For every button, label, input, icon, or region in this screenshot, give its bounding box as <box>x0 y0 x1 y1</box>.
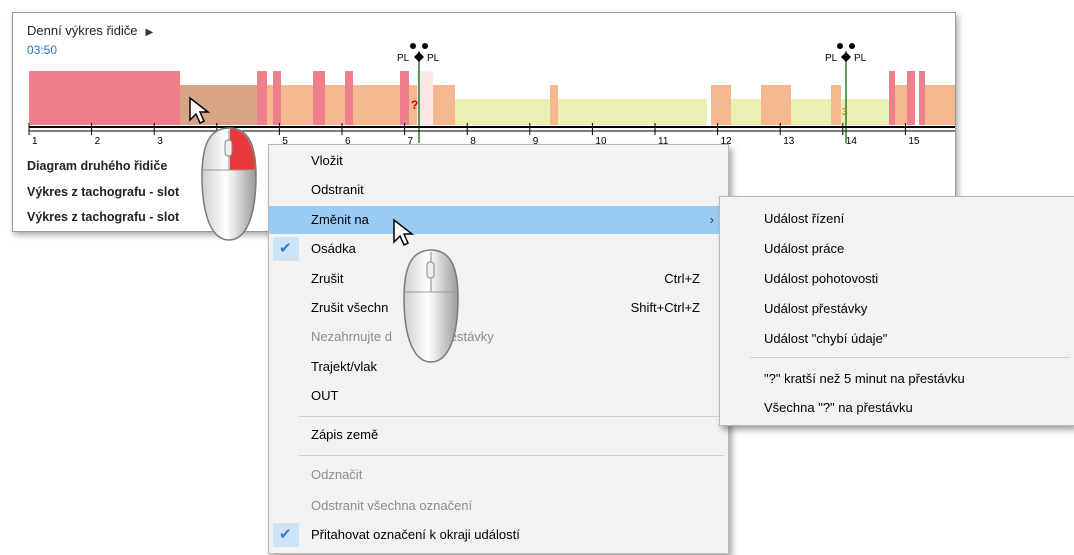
work-block <box>831 85 841 125</box>
menu-item-label: Osádka <box>311 241 356 256</box>
submenu-item-work-event[interactable]: Událost práce <box>720 235 1074 263</box>
axis-tick-label: 1 <box>32 136 38 147</box>
shortcut-label: Shift+Ctrl+Z <box>630 300 700 315</box>
pointer-cursor-icon <box>189 96 211 125</box>
menu-item-undo[interactable]: Zrušit Ctrl+Z <box>269 265 728 293</box>
submenu-item-label: Událost práce <box>764 241 845 256</box>
axis-tick-label: 15 <box>908 136 920 147</box>
submenu-item-missing-data-event[interactable]: Událost "chybí údaje" <box>720 325 1074 353</box>
menu-item-change-to[interactable]: Změnit na › <box>269 206 728 234</box>
submenu-item-label: "?" kratší než 5 minut na přestávku <box>764 371 965 386</box>
change-to-submenu: Událost řízení Událost práce Událost poh… <box>719 196 1074 426</box>
driving-block <box>29 71 180 125</box>
menu-item-label: Přitahovat označení k okraji událostí <box>311 527 520 542</box>
menu-item-out[interactable]: OUT <box>269 382 728 410</box>
menu-item-delete[interactable]: Odstranit <box>269 176 728 204</box>
expand-arrow-icon[interactable]: ▶ <box>146 27 154 38</box>
driving-block <box>400 71 409 125</box>
work-block <box>761 85 791 125</box>
rest-block <box>791 99 831 125</box>
driving-block <box>257 71 267 125</box>
menu-item-label: Odznačit <box>311 467 363 482</box>
driving-block <box>273 71 281 125</box>
pointer-cursor-icon <box>393 218 415 247</box>
menu-item-label: Zrušit všechn <box>311 300 389 315</box>
menu-item-ferry-train[interactable]: Trajekt/vlak <box>269 353 728 381</box>
submenu-item-all-unknown-to-break[interactable]: Všechna "?" na přestávku <box>720 394 1074 422</box>
driving-block <box>889 71 895 125</box>
menu-item-undo-all[interactable]: Zrušit všechn Shift+Ctrl+Z <box>269 294 728 322</box>
menu-separator <box>299 416 724 417</box>
chart-time: 03:50 <box>27 43 58 57</box>
axis-tick-label: 13 <box>783 136 795 147</box>
context-menu: Vložit Odstranit Změnit na › ✔ Osádka Zruš… <box>268 144 729 554</box>
menu-item-crew[interactable]: ✔ Osádka <box>269 235 728 263</box>
shortcut-label: Ctrl+Z <box>664 271 700 286</box>
submenu-item-label: Událost řízení <box>764 211 845 226</box>
work-block <box>325 85 345 125</box>
axis-tick-label: 2 <box>95 136 101 147</box>
menu-item-label: Změnit na <box>311 212 369 227</box>
chart-title-text: Denní výkres řidiče <box>27 23 138 38</box>
menu-item-label: Zrušit <box>311 271 344 286</box>
row-label-tacho-slot-2[interactable]: Výkres z tachografu - slot <box>27 210 179 224</box>
work-block <box>711 85 731 125</box>
hover-mouse-icon <box>403 249 459 363</box>
driving-block <box>919 71 925 125</box>
menu-item-unmark: Odznačit <box>269 461 728 489</box>
driving-block <box>907 71 915 125</box>
menu-separator <box>299 455 724 456</box>
submenu-item-driving-event[interactable]: Událost řízení <box>720 205 1074 233</box>
driving-block <box>345 71 353 125</box>
menu-item-label: OUT <box>311 388 339 403</box>
menu-item-insert[interactable]: Vložit <box>269 147 728 175</box>
menu-item-label: Odstranit <box>311 182 364 197</box>
row-label-tacho-slot-1[interactable]: Výkres z tachografu - slot <box>27 185 179 199</box>
work-block <box>353 85 400 125</box>
axis-tick-label: 14 <box>846 136 858 147</box>
rest-block <box>731 99 761 125</box>
work-block <box>925 85 955 125</box>
chart-title[interactable]: Denní výkres řidiče ▶ <box>27 23 153 38</box>
menu-item-country-entry[interactable]: Zápis země <box>269 421 728 449</box>
submenu-item-availability-event[interactable]: Událost pohotovosti <box>720 265 1074 293</box>
submenu-item-label: Událost přestávky <box>764 301 868 316</box>
unknown-question-mark: ? <box>411 98 418 112</box>
marker-label-right-a: PL <box>825 53 838 64</box>
work-block <box>895 85 907 125</box>
work-block <box>433 85 455 125</box>
row-label-second-driver[interactable]: Diagram druhého řidiče <box>27 159 167 173</box>
marker-label-left-b: PL <box>427 53 440 64</box>
checkmark-icon: ✔ <box>279 240 292 257</box>
submenu-separator <box>750 357 1070 358</box>
axis-tick-label: 3 <box>157 136 163 147</box>
driving-block <box>313 71 325 125</box>
submenu-item-short-unknown-to-break[interactable]: "?" kratší než 5 minut na přestávku <box>720 365 1074 393</box>
small-mark: 3 <box>842 107 848 118</box>
right-click-mouse-icon <box>201 127 257 241</box>
menu-item-label: Trajekt/vlak <box>311 359 377 374</box>
work-block <box>267 85 273 125</box>
submenu-arrow-icon: › <box>709 212 714 227</box>
work-block <box>550 85 558 125</box>
marker-label-left-a: PL <box>397 53 410 64</box>
menu-item-label: Zápis země <box>311 427 379 442</box>
marker-label-right-b: PL <box>854 53 867 64</box>
submenu-item-label: Událost pohotovosti <box>764 271 879 286</box>
work-block <box>281 85 313 125</box>
rest-block <box>455 99 707 125</box>
submenu-item-break-event[interactable]: Událost přestávky <box>720 295 1074 323</box>
rest-block <box>841 99 889 125</box>
menu-item-remove-all-marks: Odstranit všechna označení <box>269 492 728 520</box>
checkmark-icon: ✔ <box>279 526 292 543</box>
menu-item-snap-marks[interactable]: ✔ Přitahovat označení k okraji událostí <box>269 521 728 549</box>
submenu-item-label: Událost "chybí údaje" <box>764 331 888 346</box>
menu-item-label: Odstranit všechna označení <box>311 498 473 513</box>
menu-item-label: Vložit <box>311 153 343 168</box>
submenu-item-label: Všechna "?" na přestávku <box>764 400 913 415</box>
menu-item-exclude-breaks: Nezahrnujte d y přestávky <box>269 323 728 351</box>
